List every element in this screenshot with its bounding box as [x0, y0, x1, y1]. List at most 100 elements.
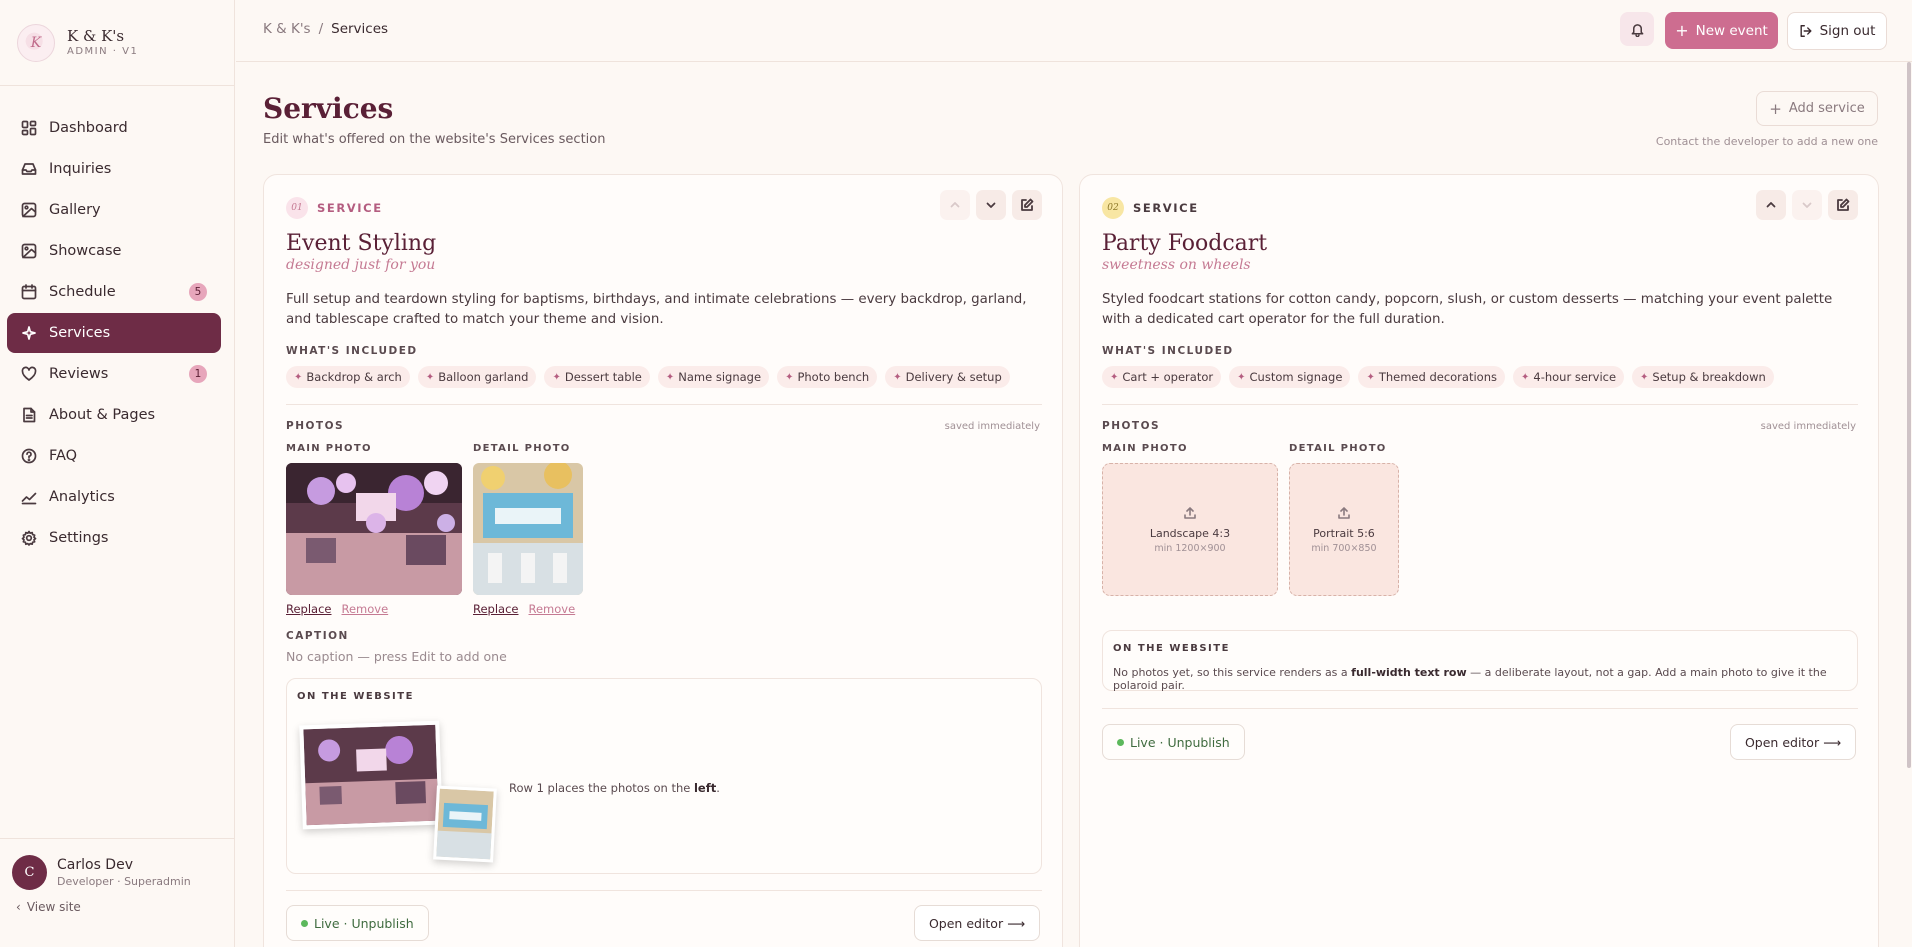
- detail-photo-upload[interactable]: Portrait 5:6 min 700×850: [1289, 463, 1399, 596]
- open-editor-label: Open editor ⟶: [1744, 734, 1841, 750]
- sidebar-item-settings[interactable]: Settings: [7, 518, 221, 558]
- sidebar-item-services[interactable]: Services: [7, 313, 221, 353]
- divider: [1102, 708, 1858, 709]
- website-preview-text: Row 1 places the photos on the left.: [509, 781, 720, 795]
- open-editor-button[interactable]: Open editor ⟶: [1729, 724, 1856, 760]
- unpublish-button[interactable]: Live · Unpublish: [286, 905, 429, 941]
- sidebar-item-dashboard[interactable]: Dashboard: [7, 108, 221, 148]
- whats-included-label: WHAT'S INCLUDED: [286, 345, 418, 357]
- service-toolbar: [1756, 190, 1858, 220]
- whats-included-label: WHAT'S INCLUDED: [1102, 345, 1234, 357]
- service-title: Party Foodcart: [1102, 231, 1268, 256]
- service-kicker: SERVICE: [1133, 201, 1199, 215]
- view-site-label: View site: [26, 900, 81, 914]
- sidebar-item-label: Analytics: [49, 489, 115, 505]
- sidebar-item-label: Settings: [49, 530, 109, 546]
- scrollbar-thumb[interactable]: [1907, 62, 1911, 768]
- chevron-down-icon: [986, 202, 996, 208]
- edit-button[interactable]: [1828, 190, 1858, 220]
- included-chip: ✦ Backdrop & arch: [286, 366, 410, 388]
- main-photo: [286, 463, 462, 595]
- sidebar-item-schedule[interactable]: Schedule 5: [7, 272, 221, 312]
- unpublish-button[interactable]: Live · Unpublish: [1102, 724, 1245, 760]
- file-icon: [23, 407, 36, 423]
- brand[interactable]: K K & K's ADMIN · V1: [0, 0, 234, 86]
- included-chip: ✦ Themed decorations: [1358, 366, 1505, 388]
- sidebar-item-gallery[interactable]: Gallery: [7, 190, 221, 230]
- caption-text: No caption — press Edit to add one: [286, 649, 507, 664]
- preview-main-polaroid: [299, 720, 443, 830]
- main-photo-label: MAIN PHOTO: [1102, 443, 1188, 454]
- service-toolbar: [940, 190, 1042, 220]
- sidebar-item-analytics[interactable]: Analytics: [7, 477, 221, 517]
- upload-detail-title: Portrait 5:6: [1313, 526, 1375, 540]
- new-event-label: New event: [1695, 22, 1768, 39]
- sidebar-item-label: FAQ: [49, 448, 78, 464]
- service-kicker: SERVICE: [317, 201, 383, 215]
- upload-detail-hint: min 700×850: [1311, 542, 1377, 554]
- notifications-button[interactable]: [1620, 12, 1654, 46]
- main-photo-upload[interactable]: Landscape 4:3 min 1200×900: [1102, 463, 1278, 596]
- main-photo-actions: Replace Remove: [286, 602, 388, 616]
- sidebar-item-label: Services: [49, 325, 111, 341]
- upload-icon: [1184, 506, 1196, 519]
- included-chip: ✦ Delivery & setup: [885, 366, 1010, 388]
- included-chip: ✦ Photo bench: [777, 366, 878, 388]
- image-icon: [21, 243, 37, 259]
- live-status-dot: [1117, 738, 1124, 746]
- sidebar-item-label: About & Pages: [49, 407, 156, 423]
- sidebar-item-reviews[interactable]: Reviews 1: [7, 354, 221, 394]
- photos-label: PHOTOS: [286, 420, 345, 432]
- user-panel: C Carlos Dev Developer · Superadmin ‹ Vi…: [0, 838, 235, 947]
- service-card: 02 SERVICE Party Foodcart sweetness on w…: [1079, 174, 1879, 947]
- edit-button[interactable]: [1012, 190, 1042, 220]
- move-down-button[interactable]: [976, 190, 1006, 220]
- add-service-button[interactable]: + Add service: [1756, 91, 1878, 126]
- brand-name: K & K's: [67, 26, 125, 45]
- replace-detail-photo-link[interactable]: Replace: [473, 602, 519, 616]
- service-card-header: 01 SERVICE: [286, 197, 383, 219]
- move-up-button[interactable]: [1756, 190, 1786, 220]
- edit-icon: [1837, 198, 1850, 211]
- sign-out-button[interactable]: Sign out: [1787, 12, 1887, 50]
- saved-note: saved immediately: [944, 421, 1040, 432]
- sidebar-item-showcase[interactable]: Showcase: [7, 231, 221, 271]
- included-chip: ✦ Balloon garland: [417, 366, 537, 388]
- sidebar-item-about-pages[interactable]: About & Pages: [7, 395, 221, 435]
- remove-main-photo-link[interactable]: Remove: [342, 602, 389, 616]
- breadcrumb-root[interactable]: K & K's: [263, 21, 311, 37]
- sidebar-item-label: Gallery: [49, 202, 101, 218]
- remove-detail-photo-link[interactable]: Remove: [529, 602, 576, 616]
- website-preview: ON THE WEBSITE No photos yet, so this se…: [1102, 630, 1858, 692]
- sparkle-icon: [22, 326, 36, 340]
- website-preview: ON THE WEBSITE Row 1 places the photos o…: [286, 678, 1042, 874]
- user-name: Carlos Dev: [57, 856, 133, 873]
- sidebar-item-faq[interactable]: FAQ: [7, 436, 221, 476]
- service-tagline: designed just for you: [286, 257, 436, 273]
- chart-icon: [21, 492, 37, 505]
- upload-main-hint: min 1200×900: [1154, 542, 1226, 554]
- add-service-label: Add service: [1788, 101, 1865, 116]
- open-editor-button[interactable]: Open editor ⟶: [913, 905, 1040, 941]
- website-preview-label: ON THE WEBSITE: [1113, 643, 1230, 654]
- inbox-icon: [21, 163, 37, 175]
- service-number: 02: [1102, 197, 1124, 219]
- user-profile[interactable]: C Carlos Dev Developer · Superadmin: [12, 855, 223, 890]
- service-number: 01: [286, 197, 308, 219]
- move-up-button[interactable]: [940, 190, 970, 220]
- view-site-link[interactable]: ‹ View site: [12, 900, 223, 914]
- sidebar-item-inquiries[interactable]: Inquiries: [7, 149, 221, 189]
- included-chip: ✦ Dessert table: [544, 366, 650, 388]
- breadcrumb-separator: /: [318, 21, 324, 37]
- new-event-button[interactable]: + New event: [1665, 12, 1778, 49]
- breadcrumb: K & K's / Services: [263, 21, 388, 37]
- detail-photo-label: DETAIL PHOTO: [473, 443, 571, 454]
- preview-detail-polaroid: [433, 785, 497, 863]
- included-chip: ✦ Setup & breakdown: [1632, 366, 1774, 388]
- gear-icon: [21, 530, 37, 546]
- move-down-button[interactable]: [1792, 190, 1822, 220]
- bell-icon: [1631, 23, 1643, 37]
- service-description: Styled foodcart stations for cotton cand…: [1102, 292, 1833, 327]
- sidebar-item-label: Dashboard: [49, 120, 128, 136]
- replace-main-photo-link[interactable]: Replace: [286, 602, 332, 616]
